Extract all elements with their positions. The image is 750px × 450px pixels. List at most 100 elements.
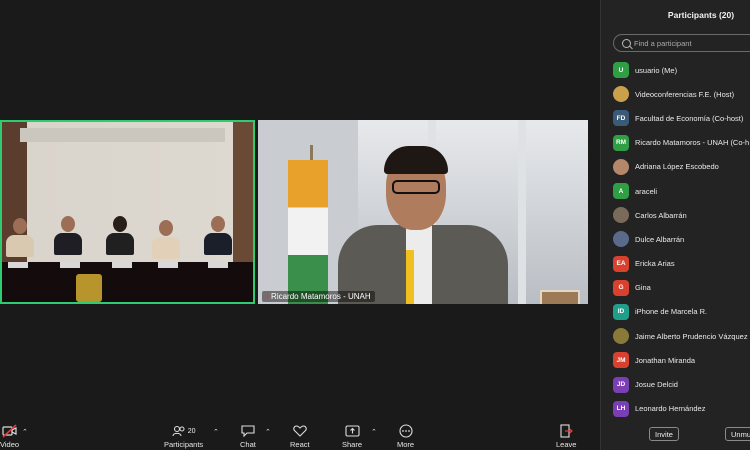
video-off-icon: [1, 423, 18, 439]
nameplate: [8, 262, 28, 268]
participant-row[interactable]: LH Leonardo Hernández: [613, 397, 750, 421]
share-button[interactable]: Share: [342, 423, 362, 449]
window-beam: [518, 120, 526, 304]
table: [2, 262, 253, 302]
share-screen-icon: [344, 423, 360, 439]
participant-name: Ricardo Matamoros - UNAH: [271, 292, 371, 301]
chat-icon: [241, 423, 255, 439]
video-options-caret-icon[interactable]: ⌃: [22, 428, 28, 436]
wall-banner: [20, 128, 225, 142]
participant-list: Uusuario (Me) Videoconferencias F.E. (Hos…: [613, 58, 750, 421]
avatar: G: [613, 279, 629, 296]
participant-name: Jaime Alberto Prudencio Vázquez: [635, 331, 748, 341]
invite-label: Invite: [655, 429, 673, 439]
share-label: Share: [342, 440, 363, 449]
participant-name: Videoconferencias F.E. (Host): [635, 89, 735, 99]
chat-options-caret-icon[interactable]: ⌃: [265, 428, 271, 436]
leave-button[interactable]: Leave: [556, 423, 576, 449]
leave-label: Leave: [556, 440, 577, 449]
participant-row[interactable]: Carlos Albarrán: [613, 203, 750, 227]
participant-row[interactable]: JM Jonathan Miranda: [613, 348, 750, 372]
university-seal: [76, 274, 102, 302]
chat-label: Chat: [240, 440, 256, 449]
speaker-hair: [384, 146, 448, 174]
lanyard: [406, 250, 414, 304]
chat-button[interactable]: Chat: [240, 423, 256, 449]
participant-name: usuario (Me): [635, 65, 678, 75]
participant-row[interactable]: ID iPhone de Marcela R.: [613, 300, 750, 324]
react-label: React: [290, 440, 310, 449]
speaker-3: [106, 216, 134, 255]
avatar: A: [613, 183, 629, 200]
more-label: More: [397, 440, 415, 449]
participant-name: Adriana López Escobedo: [635, 162, 719, 172]
more-button[interactable]: More: [397, 423, 414, 449]
avatar: [613, 328, 629, 345]
participants-options-caret-icon[interactable]: ⌃: [213, 428, 219, 436]
video-button[interactable]: Video: [0, 423, 19, 449]
participant-row[interactable]: JD Josue Delcid: [613, 372, 750, 396]
avatar: RM: [613, 134, 629, 151]
avatar: EA: [613, 255, 629, 272]
leave-icon: [559, 423, 574, 439]
search-icon: [622, 39, 631, 48]
participant-name: araceli: [635, 186, 658, 196]
flag: [288, 160, 328, 304]
avatar: [613, 86, 629, 103]
glasses: [392, 180, 440, 194]
participant-row[interactable]: G Gina: [613, 276, 750, 300]
participant-row[interactable]: FD Facultad de Economía (Co-host): [613, 106, 750, 130]
participants-label: Participants: [164, 440, 204, 449]
video-label: Video: [0, 440, 20, 449]
speaker-5: [204, 216, 232, 255]
more-icon: [398, 423, 413, 439]
nameplate: [158, 262, 178, 268]
participants-icon: 20: [172, 423, 196, 439]
participant-row[interactable]: Jaime Alberto Prudencio Vázquez: [613, 324, 750, 348]
search-placeholder: Find a participant: [634, 39, 692, 48]
participant-name: Gina: [635, 283, 651, 293]
participant-row[interactable]: Dulce Albarrán: [613, 227, 750, 251]
nameplate: [60, 262, 80, 268]
react-button[interactable]: React: [290, 423, 310, 449]
participant-row[interactable]: EA Ericka Arias: [613, 252, 750, 276]
mic-muted-icon: •: [266, 292, 269, 301]
participant-name: Leonardo Hernández: [635, 404, 706, 414]
video-stage: • Ricardo Matamoros - UNAH: [0, 0, 600, 420]
participants-panel: Participants (20) Find a participant Uus…: [600, 0, 750, 450]
picture-frame: [540, 290, 580, 304]
video-tile-speaker[interactable]: • Ricardo Matamoros - UNAH: [258, 120, 588, 304]
nameplate: [112, 262, 132, 268]
nameplate: [208, 262, 228, 268]
avatar: FD: [613, 110, 629, 127]
participant-name: Ericka Arias: [635, 259, 675, 269]
avatar: JM: [613, 352, 629, 369]
participant-name: iPhone de Marcela R.: [635, 307, 708, 317]
avatar: LH: [613, 400, 629, 417]
invite-button[interactable]: Invite: [649, 427, 679, 441]
participant-name: Dulce Albarrán: [635, 234, 685, 244]
meeting-toolbar: Video ⌃ 20 Participants ⌃ Chat ⌃ React S…: [0, 420, 600, 450]
participant-name: Carlos Albarrán: [635, 210, 687, 220]
avatar: [613, 158, 629, 175]
avatar: U: [613, 62, 629, 79]
participant-name: Josue Delcid: [635, 380, 678, 390]
avatar: [613, 207, 629, 224]
avatar: [613, 231, 629, 248]
unmute-all-button[interactable]: Unmu: [725, 427, 750, 441]
video-tile-panel[interactable]: [0, 120, 255, 304]
heart-icon: [293, 423, 307, 439]
participants-button[interactable]: 20 Participants: [164, 423, 203, 449]
unmute-label: Unmu: [731, 429, 750, 439]
share-options-caret-icon[interactable]: ⌃: [371, 428, 377, 436]
speaker-4: [152, 220, 180, 259]
participant-row[interactable]: Uusuario (Me): [613, 58, 750, 82]
participants-count: 20: [187, 427, 196, 435]
participant-name: Jonathan Miranda: [635, 355, 696, 365]
participant-row[interactable]: RM Ricardo Matamoros - UNAH (Co-h: [613, 131, 750, 155]
participant-search-input[interactable]: Find a participant: [613, 34, 750, 52]
participant-row[interactable]: Adriana López Escobedo: [613, 155, 750, 179]
speaker-2: [54, 216, 82, 255]
participant-row[interactable]: Videoconferencias F.E. (Host): [613, 82, 750, 106]
participant-row[interactable]: Aaraceli: [613, 179, 750, 203]
